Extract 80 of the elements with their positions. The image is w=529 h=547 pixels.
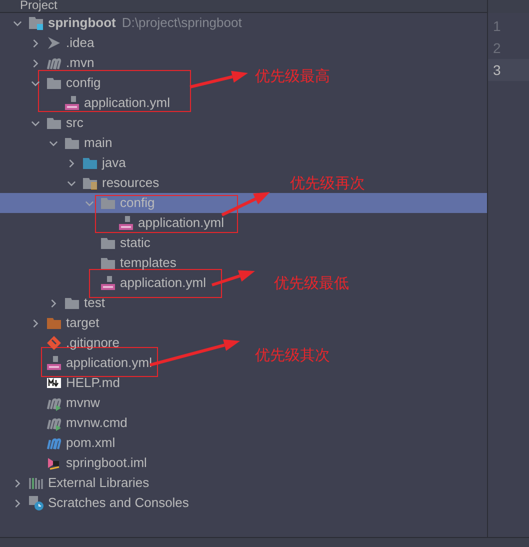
item-label: pom.xml bbox=[66, 435, 116, 451]
item-label: resources bbox=[102, 175, 160, 191]
panel-title: Project bbox=[20, 0, 58, 12]
module-file-icon bbox=[46, 455, 62, 471]
tree-item[interactable]: springboot D:\project\springboot bbox=[0, 13, 244, 33]
folder-icon bbox=[100, 255, 116, 271]
item-label: External Libraries bbox=[48, 475, 150, 491]
tree-item[interactable]: application.yml bbox=[0, 273, 208, 293]
scratches-icon bbox=[28, 495, 44, 511]
tree-item[interactable]: config bbox=[0, 73, 103, 93]
item-label: mvnw.cmd bbox=[66, 415, 128, 431]
item-label: HELP.md bbox=[66, 375, 120, 391]
item-label: application.yml bbox=[84, 95, 170, 111]
tree-item[interactable]: application.yml bbox=[0, 353, 154, 373]
tree-item[interactable]: mvnw.cmd bbox=[0, 413, 130, 433]
resources-folder-icon bbox=[82, 175, 98, 191]
item-label: .idea bbox=[66, 35, 94, 51]
tree-item[interactable]: java bbox=[0, 153, 128, 173]
item-label: main bbox=[84, 135, 112, 151]
tree-item[interactable]: .gitignore bbox=[0, 333, 122, 353]
annotation-text: 优先级再次 bbox=[290, 174, 365, 194]
tree-item[interactable]: pom.xml bbox=[0, 433, 118, 453]
item-label: application.yml bbox=[66, 355, 152, 371]
item-label: .gitignore bbox=[66, 335, 120, 351]
folder-icon bbox=[46, 75, 62, 91]
item-label: application.yml bbox=[120, 275, 206, 291]
tree-item[interactable]: resources bbox=[0, 173, 162, 193]
annotation-text: 优先级最高 bbox=[255, 67, 330, 87]
annotation-text: 优先级最低 bbox=[274, 274, 349, 294]
project-path: D:\project\springboot bbox=[122, 14, 242, 32]
folder-icon bbox=[82, 155, 98, 171]
tree-item[interactable]: External Libraries bbox=[0, 473, 152, 493]
chevron-icon bbox=[46, 35, 62, 51]
tree-item[interactable]: static bbox=[0, 233, 152, 253]
item-label: mvnw bbox=[66, 395, 100, 411]
item-label: templates bbox=[120, 255, 176, 271]
tree-item[interactable]: .mvn bbox=[0, 53, 96, 73]
item-label: test bbox=[84, 295, 105, 311]
item-label: springboot bbox=[48, 15, 116, 31]
tree-item[interactable]: .idea bbox=[0, 33, 96, 53]
yaml-file-icon bbox=[64, 95, 80, 111]
tree-item[interactable]: target bbox=[0, 313, 102, 333]
folder-icon bbox=[100, 235, 116, 251]
item-label: config bbox=[120, 195, 155, 211]
tree-item[interactable]: src bbox=[0, 113, 86, 133]
item-label: target bbox=[66, 315, 100, 331]
yaml-file-icon bbox=[46, 355, 62, 371]
arrow bbox=[221, 192, 270, 216]
yaml-file-icon bbox=[100, 275, 116, 291]
tree-item[interactable]: main bbox=[0, 133, 114, 153]
tree-item[interactable]: Scratches and Consoles bbox=[0, 493, 191, 513]
tree-item[interactable]: application.yml bbox=[0, 93, 172, 113]
item-label: springboot.iml bbox=[66, 455, 147, 471]
arrow bbox=[190, 70, 248, 88]
tree-item[interactable]: application.yml bbox=[0, 213, 226, 233]
markdown-icon bbox=[46, 375, 62, 391]
item-label: .mvn bbox=[66, 55, 94, 71]
tree-item[interactable]: mvnw bbox=[0, 393, 102, 413]
tree-item[interactable]: test bbox=[0, 293, 107, 313]
yaml-file-icon bbox=[118, 215, 134, 231]
item-label: java bbox=[102, 155, 126, 171]
git-icon bbox=[46, 335, 62, 351]
folder-icon bbox=[46, 315, 62, 331]
folder-icon bbox=[100, 195, 116, 211]
tree-item[interactable]: HELP.md bbox=[0, 373, 122, 393]
item-label: Scratches and Consoles bbox=[48, 495, 189, 511]
line-number: 3 bbox=[488, 59, 529, 81]
arrow bbox=[212, 270, 255, 286]
folder-icon bbox=[64, 295, 80, 311]
library-icon bbox=[28, 475, 44, 491]
item-label: src bbox=[66, 115, 84, 131]
item-label: application.yml bbox=[138, 215, 224, 231]
annotation-text: 优先级其次 bbox=[255, 346, 330, 366]
tree-item[interactable]: templates bbox=[0, 253, 178, 273]
item-label: static bbox=[120, 235, 150, 251]
tree-item[interactable]: springboot.iml bbox=[0, 453, 149, 473]
module-folder-icon bbox=[28, 15, 44, 31]
folder-icon bbox=[64, 135, 80, 151]
item-label: config bbox=[66, 75, 101, 91]
folder-icon bbox=[46, 115, 62, 131]
